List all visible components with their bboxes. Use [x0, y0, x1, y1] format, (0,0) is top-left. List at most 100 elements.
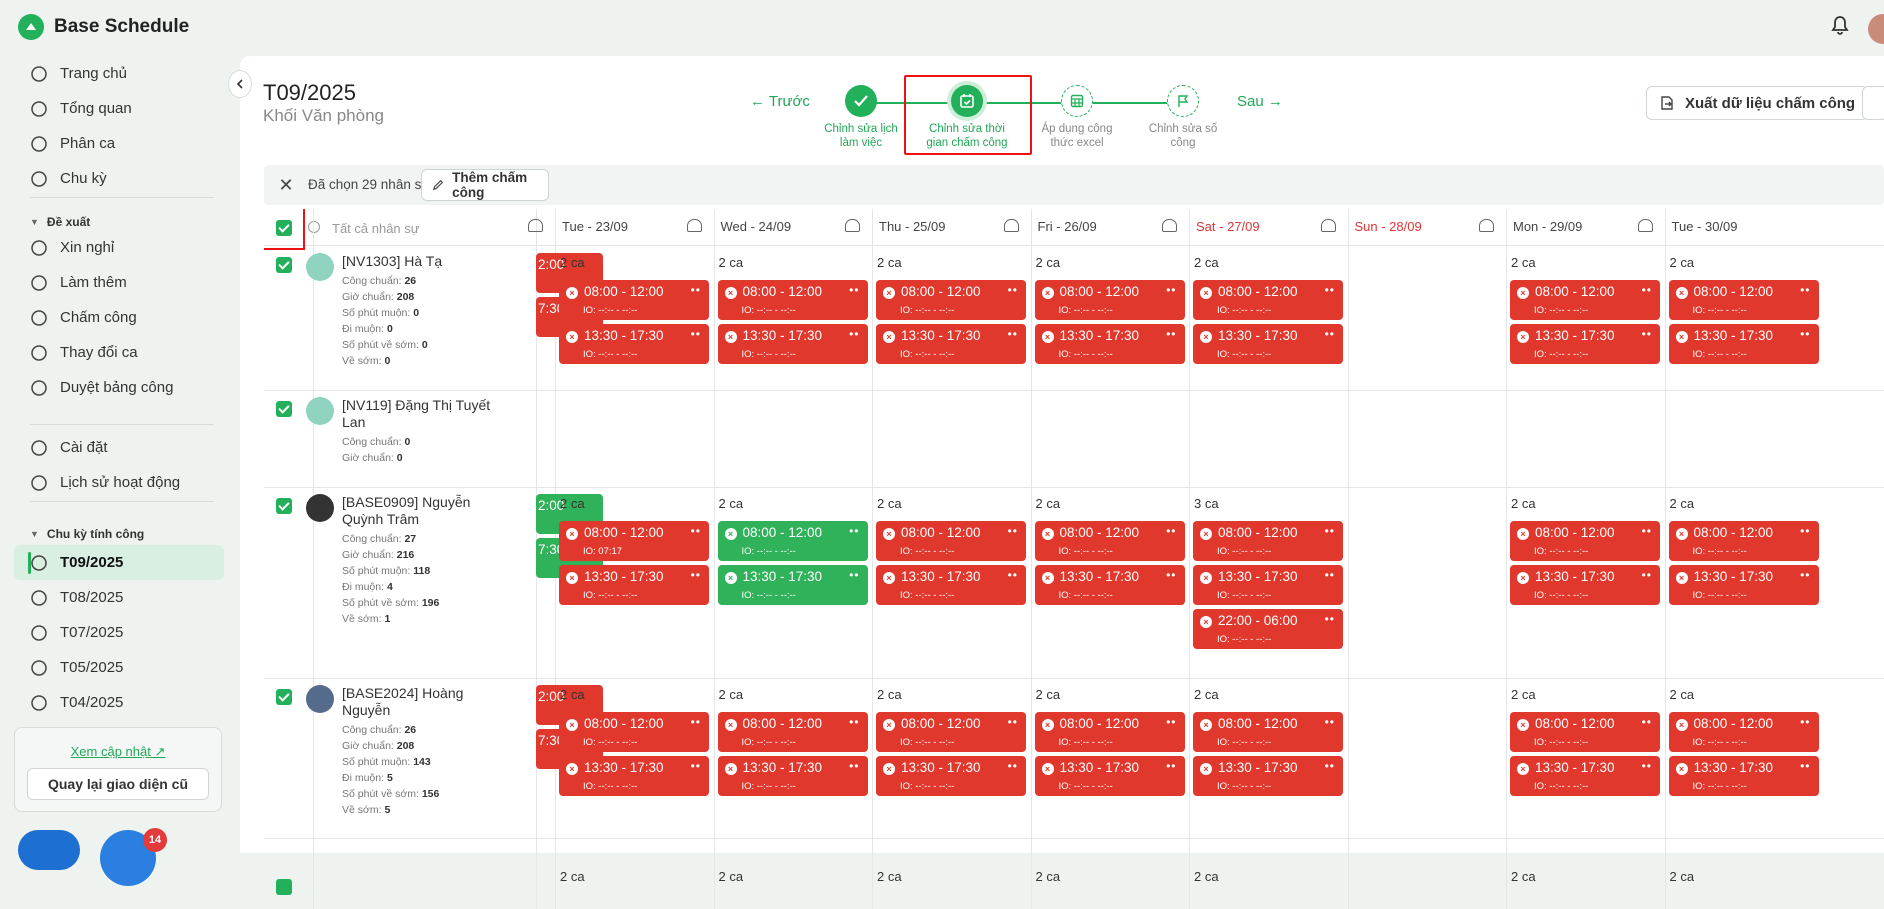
shift-card[interactable]: × 13:30 - 17:30 IO: --:-- - --:-- •• [1193, 756, 1343, 796]
sidebar-item[interactable]: Tổng quan [14, 91, 224, 126]
sidebar-item[interactable]: T07/2025 [14, 615, 224, 650]
row-checkbox[interactable] [276, 879, 292, 895]
shift-card[interactable]: × 08:00 - 12:00 IO: --:-- - --:-- •• [1668, 521, 1819, 561]
shift-menu-icon[interactable]: •• [1166, 568, 1176, 582]
shift-card[interactable]: × 08:00 - 12:00 IO: --:-- - --:-- •• [1510, 712, 1660, 752]
sidebar-item[interactable]: Chấm công [14, 300, 224, 335]
shift-card[interactable]: × 13:30 - 17:30 IO: --:-- - --:-- •• [876, 324, 1026, 364]
shift-menu-icon[interactable]: •• [1166, 327, 1176, 341]
chat-bubble[interactable] [18, 830, 80, 870]
sidebar-item[interactable]: Lịch sử hoạt động [14, 465, 224, 500]
step-apply-excel[interactable]: Áp dụng công thức excel [1027, 85, 1127, 150]
shift-card[interactable]: × 13:30 - 17:30 IO: --:-- - --:-- •• [717, 565, 868, 605]
shift-card[interactable]: × 13:30 - 17:30 IO: --:-- - --:-- •• [717, 756, 868, 796]
add-timekeeping-button[interactable]: Thêm chấm công [421, 169, 549, 201]
shift-card[interactable]: × 08:00 - 12:00 IO: --:-- - --:-- •• [1034, 521, 1185, 561]
shift-menu-icon[interactable]: •• [849, 524, 859, 538]
prev-period-link[interactable]: ← Trước [750, 93, 810, 110]
shift-menu-icon[interactable]: •• [1642, 283, 1652, 297]
employee-name[interactable]: [BASE0909] Nguyễn [342, 494, 502, 510]
shift-menu-icon[interactable]: •• [691, 568, 701, 582]
shift-card[interactable]: × 13:30 - 17:30 IO: --:-- - --:-- •• [1668, 565, 1819, 605]
shift-menu-icon[interactable]: •• [691, 759, 701, 773]
people-icon[interactable] [1320, 219, 1336, 232]
row-checkbox[interactable] [276, 689, 292, 705]
sidebar-item[interactable]: T08/2025 [14, 580, 224, 615]
shift-menu-icon[interactable]: •• [1800, 568, 1810, 582]
shift-menu-icon[interactable]: •• [1642, 715, 1652, 729]
shift-menu-icon[interactable]: •• [1642, 524, 1652, 538]
shift-menu-icon[interactable]: •• [1325, 715, 1335, 729]
shift-menu-icon[interactable]: •• [849, 759, 859, 773]
shift-menu-icon[interactable]: •• [1008, 759, 1018, 773]
people-icon[interactable] [1003, 219, 1019, 232]
row-checkbox[interactable] [276, 401, 292, 417]
shift-menu-icon[interactable]: •• [1166, 715, 1176, 729]
shift-card[interactable]: × 08:00 - 12:00 IO: --:-- - --:-- •• [717, 712, 868, 752]
shift-menu-icon[interactable]: •• [1008, 524, 1018, 538]
shift-card[interactable]: × 13:30 - 17:30 IO: --:-- - --:-- •• [876, 565, 1026, 605]
shift-card[interactable]: × 08:00 - 12:00 IO: 07:17 •• [559, 521, 709, 561]
shift-card[interactable]: × 08:00 - 12:00 IO: --:-- - --:-- •• [876, 521, 1026, 561]
employee-search-input[interactable]: Tất cả nhân sự [332, 221, 419, 236]
shift-card[interactable]: × 13:30 - 17:30 IO: --:-- - --:-- •• [1668, 756, 1819, 796]
collapse-sidebar-button[interactable] [228, 70, 252, 98]
next-period-link[interactable]: Sau → [1237, 93, 1283, 110]
employee-name[interactable]: [NV119] Đặng Thị Tuyết [342, 397, 502, 413]
sidebar-item[interactable]: Xin nghỉ [14, 230, 224, 265]
shift-card[interactable]: × 13:30 - 17:30 IO: --:-- - --:-- •• [1510, 324, 1660, 364]
sidebar-item[interactable]: T05/2025 [14, 650, 224, 685]
shift-card[interactable]: × 08:00 - 12:00 IO: --:-- - --:-- •• [1510, 280, 1660, 320]
user-avatar[interactable] [1868, 14, 1884, 44]
people-icon[interactable] [845, 219, 860, 232]
shift-menu-icon[interactable]: •• [1325, 327, 1335, 341]
shift-menu-icon[interactable]: •• [1008, 568, 1018, 582]
shift-card[interactable]: × 08:00 - 12:00 IO: --:-- - --:-- •• [1193, 712, 1343, 752]
employee-name[interactable]: [BASE2024] Hoàng [342, 685, 502, 701]
shift-menu-icon[interactable]: •• [849, 327, 859, 341]
shift-card[interactable]: × 13:30 - 17:30 IO: --:-- - --:-- •• [717, 324, 868, 364]
shift-menu-icon[interactable]: •• [1008, 327, 1018, 341]
shift-card[interactable]: × 13:30 - 17:30 IO: --:-- - --:-- •• [1193, 565, 1343, 605]
shift-menu-icon[interactable]: •• [1008, 283, 1018, 297]
row-checkbox[interactable] [276, 498, 292, 514]
shift-card[interactable]: × 13:30 - 17:30 IO: --:-- - --:-- •• [1510, 565, 1660, 605]
shift-card[interactable]: × 13:30 - 17:30 IO: --:-- - --:-- •• [1034, 565, 1185, 605]
people-icon[interactable] [686, 219, 702, 232]
sidebar-item[interactable]: Chu kỳ [14, 161, 224, 196]
step-edit-schedule[interactable]: Chỉnh sửa lịch làm việc [811, 85, 911, 150]
shift-menu-icon[interactable]: •• [849, 283, 859, 297]
shift-menu-icon[interactable]: •• [691, 283, 701, 297]
shift-menu-icon[interactable]: •• [691, 327, 701, 341]
sidebar-item[interactable]: T09/2025 [14, 545, 224, 580]
shift-menu-icon[interactable]: •• [691, 524, 701, 538]
export-timekeeping-button[interactable]: Xuất dữ liệu chấm công [1646, 86, 1868, 120]
shift-menu-icon[interactable]: •• [1800, 759, 1810, 773]
shift-menu-icon[interactable]: •• [1642, 327, 1652, 341]
shift-menu-icon[interactable]: •• [1325, 568, 1335, 582]
sidebar-item[interactable]: Thay đổi ca [14, 335, 224, 370]
shift-menu-icon[interactable]: •• [691, 715, 701, 729]
sidebar-item[interactable]: T04/2025 [14, 685, 224, 720]
shift-card[interactable]: × 08:00 - 12:00 IO: --:-- - --:-- •• [876, 280, 1026, 320]
shift-card[interactable]: × 13:30 - 17:30 IO: --:-- - --:-- •• [1510, 756, 1660, 796]
sidebar-item[interactable]: Duyệt bảng công [14, 370, 224, 405]
shift-menu-icon[interactable]: •• [849, 715, 859, 729]
view-updates-link[interactable]: Xem cập nhật ↗ [15, 744, 221, 760]
shift-menu-icon[interactable]: •• [1800, 715, 1810, 729]
employee-name[interactable]: [NV1303] Hà Tạ [342, 253, 502, 269]
shift-card[interactable]: × 13:30 - 17:30 IO: --:-- - --:-- •• [1034, 324, 1185, 364]
shift-card[interactable]: × 08:00 - 12:00 IO: --:-- - --:-- •• [1510, 521, 1660, 561]
back-to-old-ui-button[interactable]: Quay lại giao diện cũ [27, 768, 209, 800]
shift-menu-icon[interactable]: •• [1325, 759, 1335, 773]
shift-menu-icon[interactable]: •• [1800, 283, 1810, 297]
shift-card[interactable]: × 13:30 - 17:30 IO: --:-- - --:-- •• [1034, 756, 1185, 796]
people-icon[interactable] [1479, 219, 1494, 232]
shift-card[interactable]: × 08:00 - 12:00 IO: --:-- - --:-- •• [1034, 712, 1185, 752]
shift-card[interactable]: × 13:30 - 17:30 IO: --:-- - --:-- •• [1668, 324, 1819, 364]
close-icon[interactable]: ✕ [276, 175, 296, 195]
shift-menu-icon[interactable]: •• [1325, 612, 1335, 626]
shift-card[interactable]: × 13:30 - 17:30 IO: --:-- - --:-- •• [559, 756, 709, 796]
sidebar-item[interactable]: Phân ca [14, 126, 224, 161]
shift-card[interactable]: × 08:00 - 12:00 IO: --:-- - --:-- •• [1668, 712, 1819, 752]
